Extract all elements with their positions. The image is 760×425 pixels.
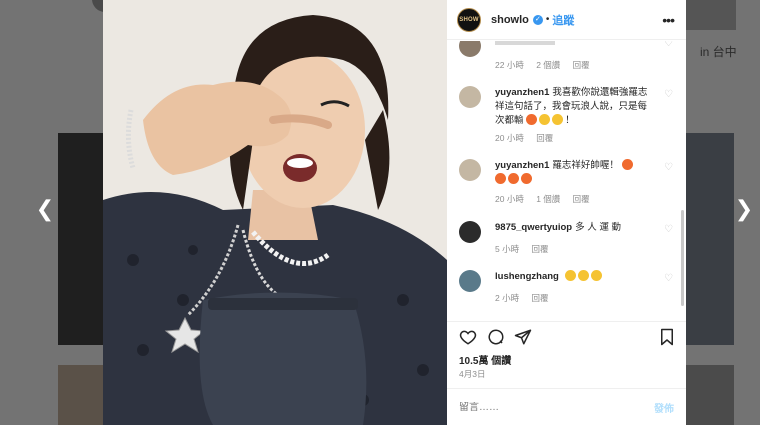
comment-content: 羅志祥好帥喔！: [552, 160, 619, 171]
background-tile: [686, 365, 734, 425]
grinning-face-emoji-icon: [564, 270, 576, 281]
grinning-face-emoji-icon: [577, 270, 589, 281]
commenter-username[interactable]: 9875_qwertyuiop: [495, 222, 572, 233]
comment-text-cutoff: [495, 41, 555, 45]
more-options-icon[interactable]: •••: [662, 12, 675, 28]
comment-time: 5 小時: [495, 244, 520, 254]
like-comment-heart-icon[interactable]: ♡: [664, 90, 674, 100]
comment-meta: 2 小時 回覆: [495, 292, 558, 304]
comment-text: 9875_qwertyuiop 多 人 運 動: [495, 221, 655, 235]
post-comment-button[interactable]: 發佈: [654, 400, 674, 415]
heart-eyes-emoji-icon: [495, 173, 506, 184]
avatar-logo-text: SHOW: [459, 16, 479, 23]
background-tile: [58, 133, 104, 345]
comment-meta: 5 小時 回覆: [495, 243, 558, 255]
commenter-avatar[interactable]: [459, 86, 481, 108]
post-header: SHOW showlo ✓ • 追蹤 •••: [447, 0, 686, 40]
comments-list[interactable]: 22 小時 2 個讚 回覆 ♡ yuyanzhen1 我喜歡你說還輯強羅志祥這句話…: [447, 41, 686, 321]
commenter-username[interactable]: yuyanzhen1: [495, 87, 549, 98]
comment-like-count[interactable]: 1 個讚: [536, 194, 560, 204]
comment-time: 2 小時: [495, 293, 520, 303]
comment-reply-button[interactable]: 回覆: [531, 293, 548, 303]
like-comment-heart-icon[interactable]: ♡: [664, 225, 674, 235]
heart-eyes-emoji-icon: [621, 159, 633, 170]
like-heart-icon[interactable]: [459, 328, 477, 346]
author-username[interactable]: showlo: [491, 14, 529, 26]
verified-badge-icon: ✓: [532, 14, 543, 25]
commenter-avatar[interactable]: [459, 221, 481, 243]
comment-text: [495, 41, 655, 50]
comment-meta: 20 小時 1 個讚 回覆: [495, 193, 600, 205]
comment-bubble-icon[interactable]: [487, 328, 505, 346]
heart-eyes-emoji-icon: [508, 173, 519, 184]
crying-face-emoji-icon: [552, 114, 564, 125]
next-post-arrow-icon[interactable]: ❯: [732, 196, 756, 222]
comment-meta: 20 小時 回覆: [495, 132, 563, 144]
like-count[interactable]: 10.5萬 個讚: [459, 352, 511, 367]
commenter-avatar[interactable]: [459, 270, 481, 292]
confused-face-emoji-icon: [539, 114, 551, 125]
author-avatar[interactable]: SHOW: [457, 7, 481, 32]
commenter-username[interactable]: lushengzhang: [495, 271, 559, 282]
post-actions-bar: [447, 321, 686, 351]
background-tile: [58, 365, 104, 425]
comment-content: 多 人 運 動: [575, 222, 622, 233]
post-detail-panel: SHOW showlo ✓ • 追蹤 ••• 22 小時 2 個讚 回覆 ♡ y…: [447, 0, 686, 425]
background-location-text: in 台中: [700, 45, 737, 59]
comment-meta: 22 小時 2 個讚 回覆: [495, 59, 600, 71]
follow-button[interactable]: 追蹤: [552, 12, 574, 28]
comment-time: 22 小時: [495, 60, 524, 70]
comment-time: 20 小時: [495, 133, 524, 143]
background-tile: [686, 0, 736, 30]
angry-face-emoji-icon: [526, 114, 538, 125]
comment-text: lushengzhang: [495, 270, 655, 284]
comment-like-count[interactable]: 2 個讚: [536, 60, 560, 70]
comment-text: yuyanzhen1 羅志祥好帥喔！: [495, 159, 655, 187]
comment-reply-button[interactable]: 回覆: [531, 244, 548, 254]
commenter-avatar[interactable]: [459, 159, 481, 181]
comment-reply-button[interactable]: 回覆: [536, 133, 553, 143]
comment-input[interactable]: [459, 401, 654, 413]
previous-post-arrow-icon[interactable]: ❮: [33, 196, 57, 222]
comment-time: 20 小時: [495, 194, 524, 204]
grinning-face-emoji-icon: [590, 270, 602, 281]
share-paper-plane-icon[interactable]: [514, 328, 532, 346]
comments-scrollbar[interactable]: [681, 210, 684, 306]
post-photo-illustration: [103, 0, 447, 425]
like-comment-heart-icon[interactable]: ♡: [664, 163, 674, 173]
like-comment-heart-icon[interactable]: ♡: [664, 41, 674, 49]
post-photo[interactable]: [103, 0, 447, 425]
comment-text: yuyanzhen1 我喜歡你說還輯強羅志祥這句話了，我會玩浪人說，只是每次都輸 …: [495, 87, 648, 126]
background-tile: [686, 133, 734, 345]
comment-reply-button[interactable]: 回覆: [573, 60, 590, 70]
post-date[interactable]: 4月3日: [459, 368, 485, 380]
separator-dot: •: [545, 14, 550, 25]
commenter-username[interactable]: yuyanzhen1: [495, 160, 549, 171]
comment-reply-button[interactable]: 回覆: [573, 194, 590, 204]
like-comment-heart-icon[interactable]: ♡: [664, 274, 674, 284]
save-bookmark-icon[interactable]: [659, 328, 675, 346]
add-comment-bar: 發佈: [447, 388, 686, 425]
heart-eyes-emoji-icon: [521, 173, 532, 184]
commenter-avatar[interactable]: [459, 41, 481, 57]
